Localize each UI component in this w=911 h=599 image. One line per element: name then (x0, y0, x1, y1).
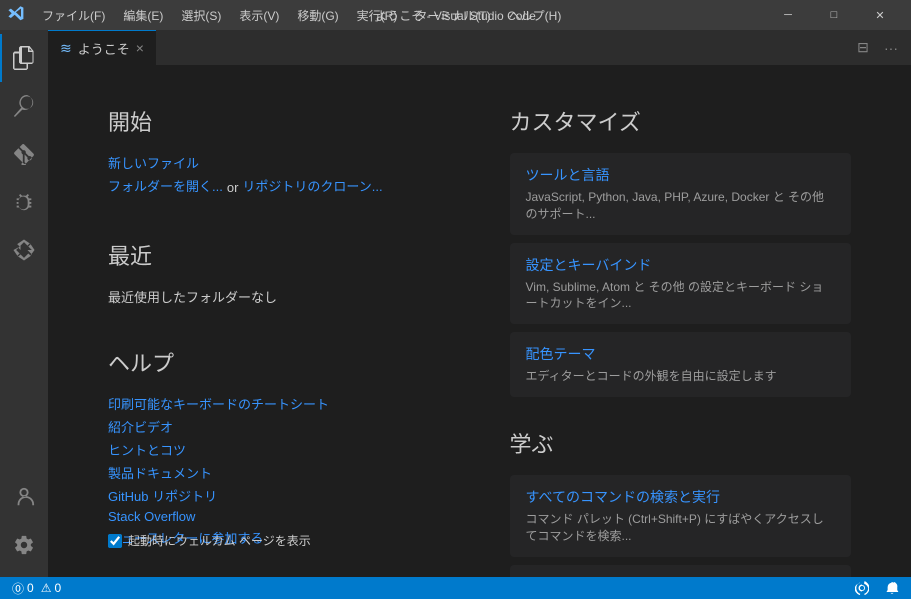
open-folder-row: フォルダーを開く... or リポジトリのクローン... (108, 176, 450, 199)
help-tips-link[interactable]: ヒントとコツ (108, 440, 450, 459)
menu-file[interactable]: ファイル(F) (34, 5, 113, 26)
customize-card-0-desc: JavaScript, Python, Java, PHP, Azure, Do… (526, 189, 836, 223)
error-icon: ⓪ (12, 580, 24, 597)
activity-account-icon[interactable] (0, 473, 48, 521)
close-button[interactable]: ✕ (857, 0, 903, 30)
help-docs-link[interactable]: 製品ドキュメント (108, 463, 450, 482)
tab-actions: ⊟ ··· (851, 36, 911, 60)
recent-heading: 最近 (108, 239, 450, 271)
activity-explorer-icon[interactable] (0, 34, 48, 82)
status-errors[interactable]: ⓪ 0 ⚠ 0 (8, 580, 65, 597)
app-body: ≋ ようこそ × ⊟ ··· 開始 新しいファイル フォルダーを開く... or (0, 30, 911, 577)
customize-section: カスタマイズ ツールと言語 JavaScript, Python, Java, … (510, 105, 852, 397)
customize-card-1-title: 設定とキーバインド (526, 255, 836, 275)
learn-card-0-desc: コマンド パレット (Ctrl+Shift+P) にすばやくアクセスしてコマンド… (526, 511, 836, 545)
help-videos-link[interactable]: 紹介ビデオ (108, 417, 450, 436)
or-text: or (227, 180, 239, 195)
main-content: ≋ ようこそ × ⊟ ··· 開始 新しいファイル フォルダーを開く... or (48, 30, 911, 577)
no-recent-text: 最近使用したフォルダーなし (108, 290, 277, 305)
warning-icon: ⚠ (41, 581, 52, 595)
welcome-wrapper: 開始 新しいファイル フォルダーを開く... or リポジトリのクローン... … (48, 65, 911, 577)
show-welcome-label[interactable]: 起動時にウェルカム ページを表示 (128, 532, 311, 549)
split-editor-button[interactable]: ⊟ (851, 36, 875, 60)
customize-card-2-desc: エディターとコードの外観を自由に設定します (526, 368, 836, 385)
title-bar: ファイル(F) 編集(E) 選択(S) 表示(V) 移動(G) 実行(R) ター… (0, 0, 911, 30)
activity-search-icon[interactable] (0, 82, 48, 130)
activity-git-icon[interactable] (0, 130, 48, 178)
tab-welcome-icon: ≋ (60, 40, 72, 57)
learn-heading: 学ぶ (510, 427, 852, 459)
right-column: カスタマイズ ツールと言語 JavaScript, Python, Java, … (510, 105, 852, 577)
learn-card-1[interactable]: インターフェイスの概要 UI の主要コンポーネントを解説した視覚オーバーレイを表… (510, 565, 852, 577)
status-bar: ⓪ 0 ⚠ 0 (0, 577, 911, 599)
clone-repo-link[interactable]: リポジトリのクローン... (242, 176, 382, 195)
customize-card-1-desc: Vim, Sublime, Atom と その他 の設定とキーボード ショートカ… (526, 279, 836, 313)
status-broadcast-icon[interactable] (851, 581, 873, 595)
help-heading: ヘルプ (108, 346, 450, 378)
welcome-tab[interactable]: ≋ ようこそ × (48, 30, 156, 65)
vscode-logo-icon (8, 5, 24, 26)
activity-extensions-icon[interactable] (0, 226, 48, 274)
show-welcome-checkbox[interactable] (108, 534, 122, 548)
customize-card-2[interactable]: 配色テーマ エディターとコードの外観を自由に設定します (510, 332, 852, 397)
activity-debug-icon[interactable] (0, 178, 48, 226)
status-bar-left: ⓪ 0 ⚠ 0 (8, 580, 65, 597)
maximize-button[interactable]: □ (811, 0, 857, 30)
show-welcome-section: 起動時にウェルカム ページを表示 (108, 532, 311, 549)
minimize-button[interactable]: ─ (765, 0, 811, 30)
menu-view[interactable]: 表示(V) (231, 5, 287, 26)
menu-edit[interactable]: 編集(E) (115, 5, 171, 26)
customize-heading: カスタマイズ (510, 105, 852, 137)
recent-section: 最近 最近使用したフォルダーなし (108, 239, 450, 306)
tab-close-button[interactable]: × (136, 40, 144, 56)
help-github-link[interactable]: GitHub リポジトリ (108, 486, 450, 505)
learn-card-0[interactable]: すべてのコマンドの検索と実行 コマンド パレット (Ctrl+Shift+P) … (510, 475, 852, 557)
open-folder-link[interactable]: フォルダーを開く... (108, 176, 223, 195)
help-stackoverflow-link[interactable]: Stack Overflow (108, 509, 450, 524)
status-notifications-icon[interactable] (881, 581, 903, 595)
tab-label: ようこそ (78, 39, 130, 58)
window-title: ようこそ - Visual Studio Code (375, 7, 536, 24)
warning-count: 0 (54, 581, 61, 595)
activity-settings-icon[interactable] (0, 521, 48, 569)
learn-section: 学ぶ すべてのコマンドの検索と実行 コマンド パレット (Ctrl+Shift+… (510, 427, 852, 577)
help-cheatsheet-link[interactable]: 印刷可能なキーボードのチートシート (108, 394, 450, 413)
learn-card-0-title: すべてのコマンドの検索と実行 (526, 487, 836, 507)
welcome-page: 開始 新しいファイル フォルダーを開く... or リポジトリのクローン... … (48, 65, 911, 577)
start-heading: 開始 (108, 105, 450, 137)
menu-go[interactable]: 移動(G) (289, 5, 346, 26)
customize-card-1[interactable]: 設定とキーバインド Vim, Sublime, Atom と その他 の設定とキ… (510, 243, 852, 325)
error-count: 0 (27, 581, 34, 595)
activity-bar (0, 30, 48, 577)
more-actions-button[interactable]: ··· (879, 36, 903, 60)
window-controls: ─ □ ✕ (765, 0, 903, 30)
customize-card-0[interactable]: ツールと言語 JavaScript, Python, Java, PHP, Az… (510, 153, 852, 235)
activity-bar-bottom (0, 473, 48, 577)
new-file-link[interactable]: 新しいファイル (108, 153, 450, 172)
customize-card-2-title: 配色テーマ (526, 344, 836, 364)
tab-bar: ≋ ようこそ × ⊟ ··· (48, 30, 911, 65)
start-section: 開始 新しいファイル フォルダーを開く... or リポジトリのクローン... … (108, 105, 450, 577)
help-section: ヘルプ 印刷可能なキーボードのチートシート 紹介ビデオ ヒントとコツ 製品ドキュ… (108, 346, 450, 547)
status-bar-right (851, 581, 903, 595)
menu-select[interactable]: 選択(S) (173, 5, 229, 26)
customize-card-0-title: ツールと言語 (526, 165, 836, 185)
